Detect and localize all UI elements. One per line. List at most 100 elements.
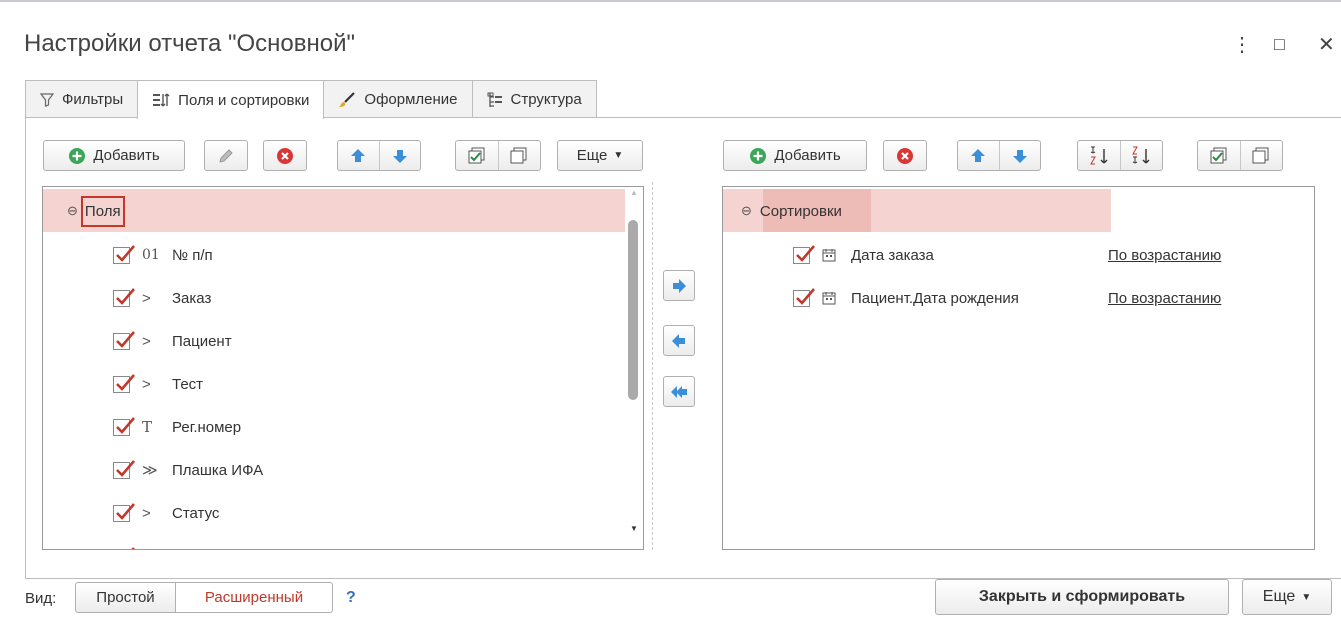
sort-uncheck-all-button[interactable] [1239, 141, 1283, 170]
sort-move-group [957, 140, 1041, 171]
field-checkbox[interactable] [113, 330, 135, 350]
fields-delete-button[interactable] [263, 140, 307, 171]
field-row[interactable]: 01 № п/п [113, 233, 213, 277]
scroll-down-icon[interactable]: ▼ [630, 524, 638, 533]
field-checkbox[interactable] [113, 373, 135, 393]
sort-move-down-button[interactable] [998, 141, 1041, 170]
remove-from-sort-button[interactable] [663, 325, 695, 356]
sort-ascending-button[interactable] [1078, 141, 1120, 170]
filter-icon [40, 92, 54, 107]
fields-add-button[interactable]: Добавить [43, 140, 185, 171]
reference-type-icon: > [142, 504, 151, 522]
maximize-icon[interactable]: □ [1274, 34, 1285, 55]
arrow-down-icon [391, 147, 409, 165]
help-button[interactable]: ? [346, 589, 356, 607]
field-row[interactable]: > Заказ [113, 276, 211, 320]
panel-divider [652, 182, 653, 550]
field-label: Статус [172, 504, 220, 522]
sort-descending-button[interactable] [1119, 141, 1163, 170]
field-label: № п/п [172, 246, 213, 264]
sort-check-group [1197, 140, 1283, 171]
fields-group-row[interactable] [43, 189, 625, 232]
fields-more-button[interactable]: Еще ▼ [557, 140, 643, 171]
field-row-partial[interactable] [113, 535, 135, 549]
field-label: Тест [172, 375, 204, 393]
field-row[interactable]: > Статус [113, 491, 219, 535]
sort-direction-group [1077, 140, 1163, 171]
scroll-up-icon[interactable]: ▲ [630, 188, 638, 197]
check-all-icon [1210, 147, 1228, 165]
view-extended-button[interactable]: Расширенный [175, 582, 333, 613]
collapse-icon[interactable]: ⊖ [741, 203, 752, 219]
view-extended-label: Расширенный [204, 589, 304, 606]
sort-row[interactable]: Дата заказа По возрастанию [793, 233, 1293, 277]
sort-checkbox[interactable] [793, 287, 815, 307]
sort-row[interactable]: Пациент.Дата рождения По возрастанию [793, 276, 1293, 320]
chevron-down-icon: ▼ [613, 150, 624, 161]
sort-tree[interactable]: ⊖ Сортировки Дата заказа По возрастанию … [722, 186, 1315, 550]
sort-add-button[interactable]: Добавить [723, 140, 867, 171]
field-checkbox[interactable] [113, 416, 135, 436]
tab-label: Поля и сортировки [178, 91, 310, 109]
tab-fields-sort[interactable]: Поля и сортировки [137, 80, 325, 119]
field-label: Заказ [172, 289, 212, 307]
date-type-icon [822, 248, 836, 262]
sort-ascending-icon [1089, 146, 1109, 166]
double-arrow-left-icon [670, 383, 688, 401]
sort-move-up-button[interactable] [958, 141, 999, 170]
uncheck-all-button[interactable] [497, 141, 541, 170]
close-icon[interactable]: ✕ [1318, 32, 1335, 57]
remove-all-from-sort-button[interactable] [663, 376, 695, 407]
tab-structure[interactable]: Структура [471, 80, 597, 118]
tab-filters[interactable]: Фильтры [25, 80, 139, 118]
fields-tree[interactable]: ⊖ Поля 01 № п/п > Заказ > Пациент > Тест… [42, 186, 644, 550]
number-type-icon: 01 [142, 247, 160, 263]
top-border [0, 0, 1341, 2]
add-label: Добавить [774, 147, 841, 164]
more-menu-icon[interactable]: ⋮ [1232, 32, 1252, 57]
arrow-up-icon [969, 147, 987, 165]
close-and-build-button[interactable]: Закрыть и сформировать [935, 579, 1229, 615]
date-type-icon [822, 291, 836, 305]
field-label: Плашка ИФА [172, 461, 264, 479]
pencil-icon [217, 147, 235, 165]
brush-icon [338, 91, 356, 108]
sort-check-all-button[interactable] [1198, 141, 1240, 170]
field-row[interactable]: ≫ Плашка ИФА [113, 448, 263, 492]
move-up-button[interactable] [338, 141, 379, 170]
field-row[interactable]: T Рег.номер [113, 405, 241, 449]
view-simple-button[interactable]: Простой [75, 582, 176, 613]
close-and-build-label: Закрыть и сформировать [978, 588, 1186, 605]
sort-delete-button[interactable] [883, 140, 927, 171]
field-checkbox[interactable] [113, 502, 135, 522]
field-checkbox[interactable] [113, 287, 135, 307]
add-icon [68, 147, 86, 165]
add-label: Добавить [93, 147, 160, 164]
collapse-icon[interactable]: ⊖ [67, 203, 78, 219]
fields-check-group [455, 140, 541, 171]
add-to-sort-button[interactable] [663, 270, 695, 301]
field-checkbox[interactable] [113, 244, 135, 264]
reference-type-icon: > [142, 375, 151, 393]
fields-scroll-thumb[interactable] [628, 220, 638, 400]
footer-more-button[interactable]: Еще ▼ [1242, 579, 1332, 615]
arrow-down-icon [1011, 147, 1029, 165]
field-checkbox[interactable] [113, 546, 135, 549]
delete-icon [896, 147, 914, 165]
fields-move-group [337, 140, 421, 171]
field-checkbox[interactable] [113, 459, 135, 479]
sort-descending-icon [1131, 146, 1151, 166]
sort-direction-link[interactable]: По возрастанию [1108, 290, 1221, 307]
sort-direction-link[interactable]: По возрастанию [1108, 247, 1221, 264]
sort-checkbox[interactable] [793, 244, 815, 264]
tab-design[interactable]: Оформление [323, 80, 473, 118]
check-all-button[interactable] [456, 141, 498, 170]
fields-group-header: ⊖ Поля [67, 189, 125, 233]
field-row[interactable]: > Тест [113, 362, 203, 406]
fields-group-label: Поля [80, 195, 125, 227]
fields-edit-button[interactable] [204, 140, 248, 171]
field-row[interactable]: > Пациент [113, 319, 232, 363]
move-down-button[interactable] [378, 141, 421, 170]
more-label: Еще [1262, 588, 1296, 605]
arrow-up-icon [349, 147, 367, 165]
